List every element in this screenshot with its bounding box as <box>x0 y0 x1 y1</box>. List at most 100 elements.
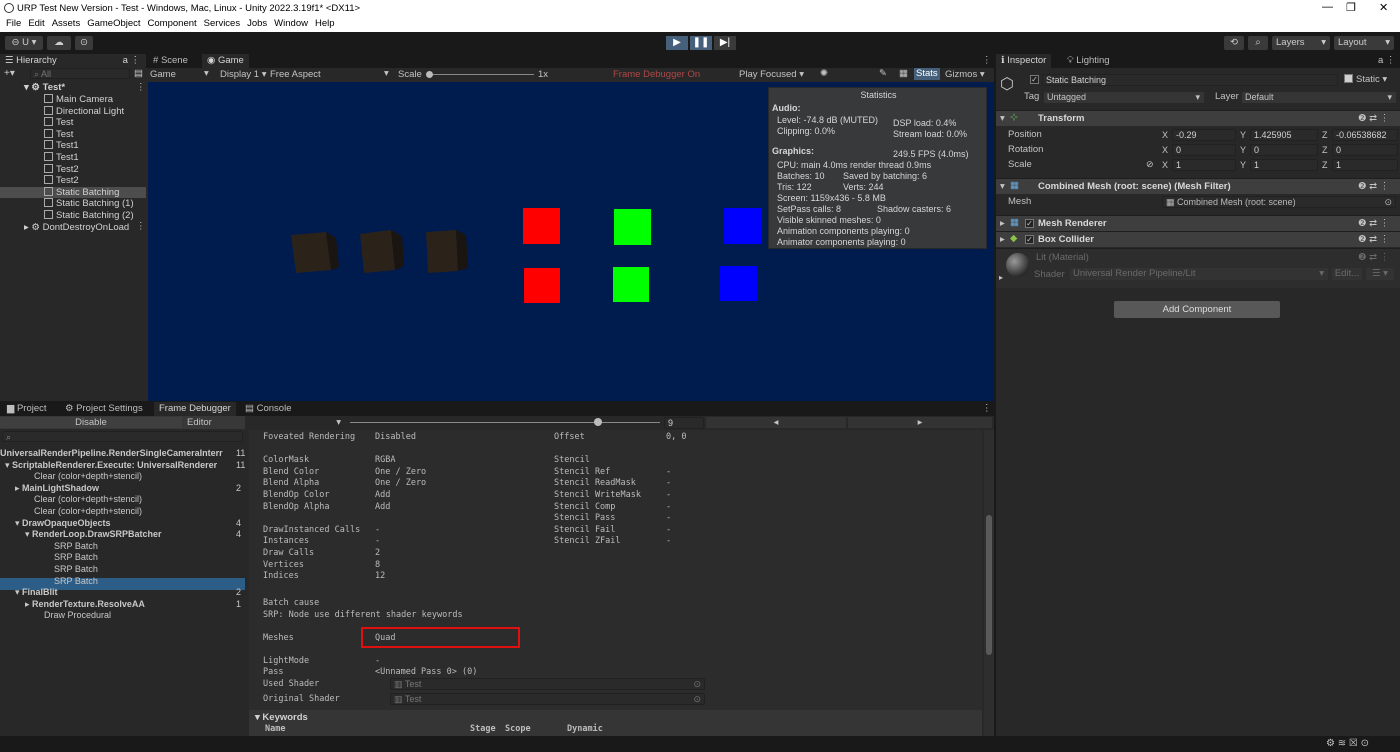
account-button[interactable]: ⊖ U ▾ <box>5 36 43 50</box>
event-tree-item[interactable]: SRP Batch <box>54 541 98 553</box>
menu-jobs[interactable]: Jobs <box>247 16 267 32</box>
target-editor-dropdown[interactable]: Editor ▾ <box>183 417 343 428</box>
next-event-button[interactable]: ▸ <box>848 417 992 428</box>
keywords-foldout[interactable]: ▾ Keywords <box>255 712 308 724</box>
cloud-icon[interactable]: ☁ <box>47 36 71 50</box>
scale-slider[interactable] <box>428 74 534 75</box>
tab-frame-debugger[interactable]: Frame Debugger <box>154 402 236 416</box>
hierarchy-item[interactable]: Test <box>44 128 73 141</box>
component-actions-icon[interactable]: ❷ ⇄ ⋮ <box>1358 218 1389 229</box>
hierarchy-item[interactable]: Main Camera <box>44 94 113 106</box>
event-tree-item[interactable]: SRP Batch <box>54 564 98 576</box>
scene-menu-icon[interactable]: ⋮ <box>136 82 146 93</box>
hierarchy-item[interactable]: Static Batching (1) <box>44 198 134 210</box>
component-actions-icon[interactable]: ❷ ⇄ ⋮ <box>1358 234 1389 245</box>
details-scrollbar[interactable] <box>984 430 994 736</box>
event-tree-item[interactable]: SRP Batch <box>54 552 98 564</box>
hierarchy-search-input[interactable]: ⌕ All <box>30 68 130 79</box>
tab-hierarchy[interactable]: ☰ Hierarchy a ⋮ <box>0 54 146 68</box>
boxcollider-header[interactable]: ▸ ◆ ✓ Box Collider ❷ ⇄ ⋮ <box>996 231 1400 247</box>
tab-lighting[interactable]: 💡︎ Lighting <box>1062 54 1115 68</box>
menu-assets[interactable]: Assets <box>52 16 81 32</box>
hierarchy-item[interactable]: Static Batching (2) <box>44 210 134 222</box>
hierarchy-item[interactable]: Test1 <box>44 140 79 152</box>
minimize-button[interactable]: — <box>1322 1 1333 13</box>
meshrenderer-header[interactable]: ▸ ▦ ✓ Mesh Renderer ❷ ⇄ ⋮ <box>996 215 1400 231</box>
mute-audio-icon[interactable]: ✺ <box>820 68 828 79</box>
maximize-button[interactable]: ❐ <box>1346 1 1356 14</box>
add-icon[interactable]: +▾ <box>4 68 15 79</box>
hierarchy-item[interactable]: Test1 <box>44 152 79 164</box>
active-checkbox[interactable]: ✓ <box>1030 75 1039 84</box>
disable-button[interactable]: Disable <box>0 417 182 428</box>
menu-gameobject[interactable]: GameObject <box>87 16 140 32</box>
transform-header[interactable]: ▾ ⊹ Transform ❷ ⇄ ⋮ <box>996 110 1400 126</box>
tab-inspector[interactable]: ℹ Inspector <box>996 54 1052 68</box>
component-actions-icon[interactable]: ❷ ⇄ ⋮ <box>1358 252 1389 263</box>
add-component-button[interactable]: Add Component <box>1114 301 1280 318</box>
menu-window[interactable]: Window <box>274 16 308 32</box>
hierarchy-item[interactable]: Directional Light <box>44 105 124 118</box>
event-search-input[interactable]: ⌕ <box>2 431 243 442</box>
static-dropdown[interactable]: Static ▾ <box>1356 74 1387 85</box>
hierarchy-item[interactable]: Test2 <box>44 163 79 176</box>
game-mode-dropdown[interactable]: Game <box>150 69 176 80</box>
menu-services[interactable]: Services <box>204 16 240 32</box>
panel-menu-icon[interactable]: ⋮ <box>982 403 992 414</box>
event-slider[interactable] <box>350 422 660 423</box>
menu-file[interactable]: File <box>6 16 21 32</box>
gizmos-dropdown[interactable]: Gizmos ▾ <box>945 69 985 80</box>
component-actions-icon[interactable]: ❷ ⇄ ⋮ <box>1358 113 1389 124</box>
game-viewport[interactable]: Statistics Audio: Level: -74.8 dB (MUTED… <box>148 82 994 401</box>
event-index-input[interactable]: 9 <box>664 417 704 429</box>
menu-edit[interactable]: Edit <box>28 16 44 32</box>
event-tree-item[interactable]: Clear (color+depth+stencil) <box>34 494 142 506</box>
tag-dropdown[interactable]: Untagged ▾ <box>1044 92 1204 103</box>
event-tree-item[interactable]: Draw Procedural <box>44 610 111 622</box>
layers-dropdown[interactable]: Layers ▾ <box>1272 36 1330 50</box>
layout-dropdown[interactable]: Layout ▾ <box>1334 36 1394 50</box>
tab-project-settings[interactable]: ⚙ Project Settings <box>60 402 148 416</box>
tab-console[interactable]: ▤ Console <box>240 402 296 416</box>
foldout-icon[interactable]: ▸ <box>999 273 1003 282</box>
event-tree-item[interactable]: ▾ UniversalRenderPipeline.RenderSingleCa… <box>0 448 223 460</box>
status-icons[interactable]: ⚙ ≋ ☒ ⊙ <box>1326 738 1369 749</box>
display-dropdown[interactable]: Display 1 ▾ <box>220 69 267 80</box>
menu-component[interactable]: Component <box>148 16 197 32</box>
play-focused-dropdown[interactable]: Play Focused ▾ <box>739 69 804 80</box>
pause-button[interactable]: ❚❚ <box>690 36 712 50</box>
event-tree-item[interactable]: ▸ MainLightShadow <box>15 483 99 495</box>
object-name-input[interactable]: Static Batching <box>1042 74 1338 86</box>
used-shader-field[interactable]: ▥ Test ⊙ <box>390 678 705 690</box>
dontdestroy-menu-icon[interactable]: ⋮ <box>136 221 146 232</box>
aspect-dropdown[interactable]: Free Aspect <box>270 69 321 80</box>
mesh-field[interactable]: ▦ Combined Mesh (root: scene) ⊙ <box>1162 196 1396 208</box>
menu-help[interactable]: Help <box>315 16 335 32</box>
layer-dropdown[interactable]: Default ▾ <box>1242 92 1396 103</box>
stats-toggle[interactable]: Stats <box>914 68 940 80</box>
component-actions-icon[interactable]: ❷ ⇄ ⋮ <box>1358 181 1389 192</box>
filter-icon[interactable]: ▤ <box>134 68 143 79</box>
scene-root[interactable]: ▾ ⚙ Test* <box>24 82 65 94</box>
renderer-enabled-checkbox[interactable]: ✓ <box>1025 219 1034 228</box>
event-tree-item[interactable]: ▾ ScriptableRenderer.Execute: UniversalR… <box>5 460 217 472</box>
event-tree-item[interactable]: ▾ FinalBlit <box>15 587 58 599</box>
tab-game[interactable]: ◉ Game <box>202 54 249 68</box>
panel-menu-icon[interactable]: ⋮ <box>982 55 992 66</box>
hierarchy-item[interactable]: Test2 <box>44 175 79 187</box>
dontdestroy-root[interactable]: ▸ ⚙ DontDestroyOnLoad <box>24 222 129 234</box>
event-tree-item[interactable]: ▸ RenderTexture.ResolveAA <box>25 599 145 611</box>
shader-dropdown[interactable]: Universal Render Pipeline/Lit ▾ <box>1070 268 1328 280</box>
search-icon[interactable]: ⌕ <box>1248 36 1268 50</box>
event-tree-item[interactable]: ▾ RenderLoop.DrawSRPBatcher <box>25 529 162 541</box>
close-button[interactable]: ✕ <box>1379 1 1388 14</box>
event-tree-item[interactable]: Clear (color+depth+stencil) <box>34 506 142 518</box>
link-icon[interactable]: ⊘ <box>1146 159 1154 170</box>
hierarchy-item-selected[interactable]: Static Batching <box>44 186 119 199</box>
shader-menu-icon[interactable]: ☰ ▾ <box>1366 268 1394 280</box>
play-button[interactable]: ▶ <box>666 36 688 50</box>
event-slider-handle[interactable] <box>594 418 602 426</box>
event-tree-item[interactable]: ▾ DrawOpaqueObjects <box>15 518 111 530</box>
event-tree-item[interactable]: SRP Batch <box>54 576 98 588</box>
event-tree-item[interactable]: Clear (color+depth+stencil) <box>34 471 142 483</box>
